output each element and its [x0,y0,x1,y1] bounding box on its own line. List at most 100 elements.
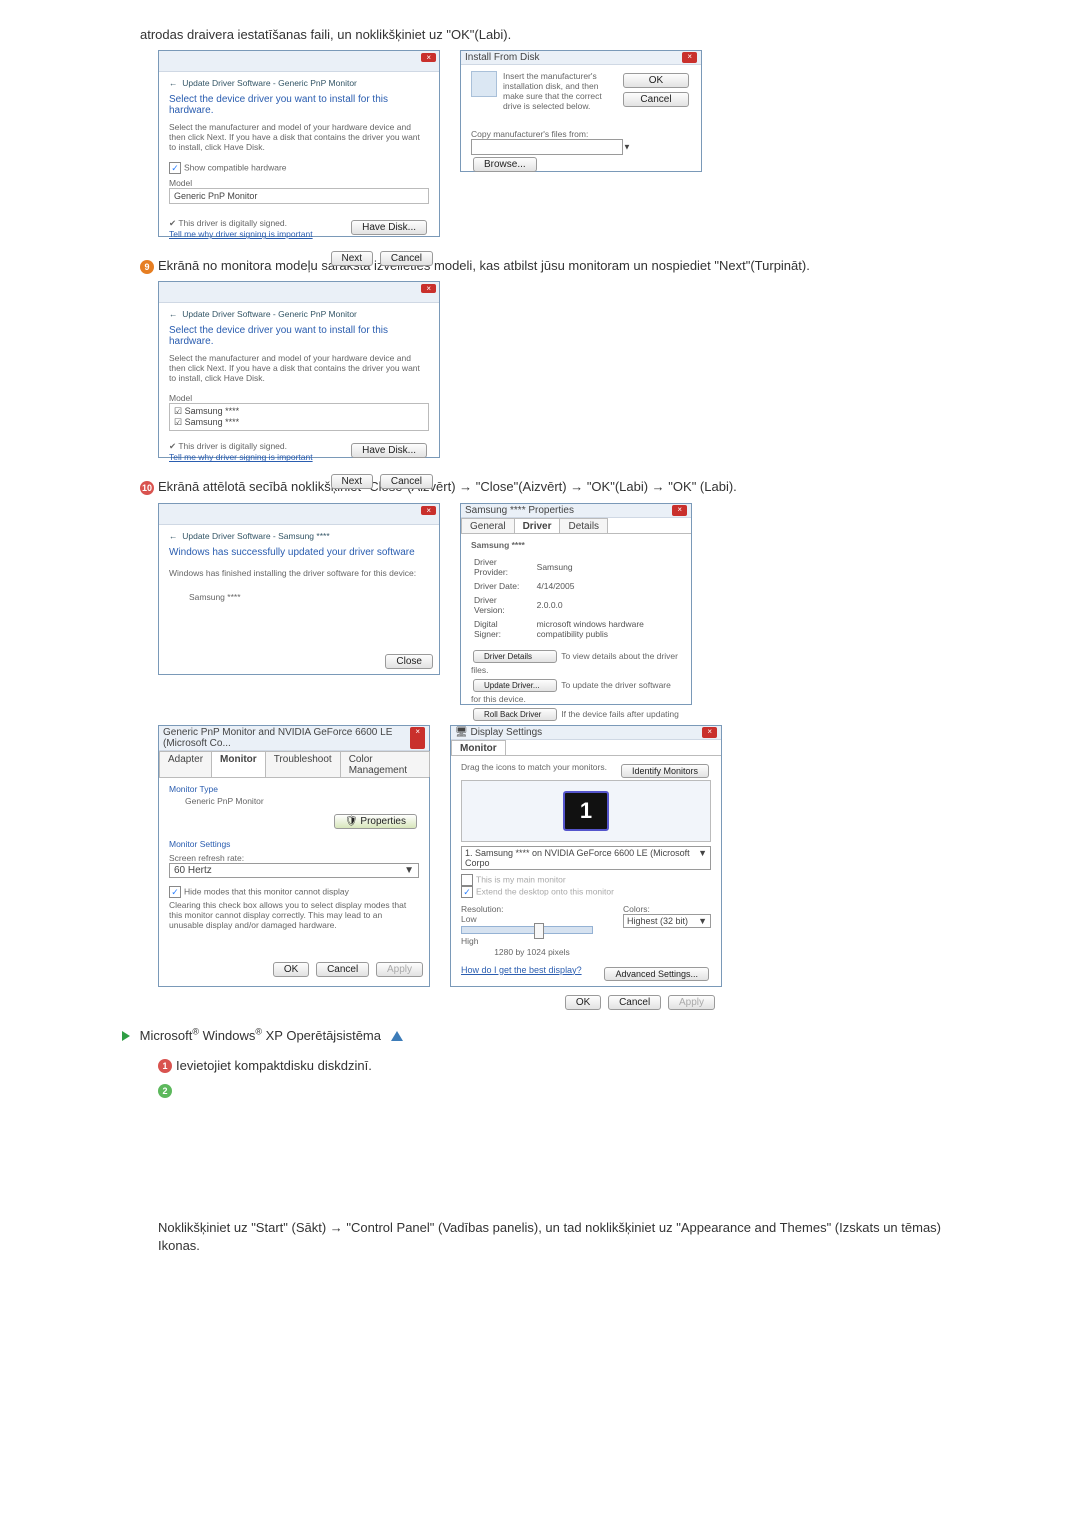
cancel-button[interactable]: Cancel [608,995,661,1010]
tab-adapter[interactable]: Adapter [159,751,212,777]
why-signing-link[interactable]: Tell me why driver signing is important [169,229,313,239]
select-driver-heading: Select the device driver you want to ins… [169,94,429,116]
device-name: Samsung **** [189,592,429,602]
properties-button[interactable]: 🛡 Properties [334,814,417,829]
compat-check[interactable]: Show compatible hardware [169,162,429,174]
monitor-type-value: Generic PnP Monitor [185,796,419,806]
signed-text: ✔ This driver is digitally signed. [169,218,313,229]
properties-window: Samsung **** Properties × General Driver… [460,503,692,705]
model-option-1[interactable]: ☑ Samsung **** [174,406,424,417]
model-value[interactable]: Generic PnP Monitor [169,188,429,204]
cancel-button[interactable]: Cancel [316,962,369,977]
have-disk-button[interactable]: Have Disk... [351,443,427,458]
next-button[interactable]: Next [331,251,374,266]
xp-bottom-text: Noklikšķiniet uz "Start" (Sākt) → "Contr… [158,1219,970,1255]
update-driver-window: × ← Update Driver Software - Generic PnP… [158,50,440,237]
driver-details-button[interactable]: Driver Details [473,650,557,663]
collapse-arrow-icon[interactable] [391,1031,403,1041]
display-settings-window: 🖥 Display Settings × Monitor Drag the ic… [450,725,722,987]
rollback-button[interactable]: Roll Back Driver [473,708,557,721]
copy-from-label: Copy manufacturer's files from: [471,129,691,139]
select-driver-heading: Select the device driver you want to ins… [169,325,429,347]
have-disk-button[interactable]: Have Disk... [351,220,427,235]
monitor-type-label: Monitor Type [169,784,419,794]
best-display-link[interactable]: How do I get the best display? [461,965,582,983]
main-monitor-check: This is my main monitor [461,874,711,886]
tab-driver[interactable]: Driver [514,518,561,533]
select-driver-desc: Select the manufacturer and model of you… [169,122,429,152]
browse-button[interactable]: Browse... [473,157,537,172]
install-body: Insert the manufacturer's installation d… [503,71,615,111]
refresh-label: Screen refresh rate: [169,853,419,863]
monitor-properties-window: Generic PnP Monitor and NVIDIA GeForce 6… [158,725,430,987]
cancel-button[interactable]: Cancel [623,92,689,107]
close-icon[interactable]: × [410,727,425,749]
install-title: Install From Disk [465,52,539,63]
close-button[interactable]: Close [385,654,433,669]
bullet-arrow-icon [122,1031,130,1041]
disk-icon [471,71,497,97]
step-number-10: 10 [140,481,154,495]
advanced-button[interactable]: Advanced Settings... [604,967,709,981]
close-icon[interactable]: × [421,506,436,515]
monitor-win-title: Generic PnP Monitor and NVIDIA GeForce 6… [163,727,410,749]
xp-step1: 1Ievietojiet kompaktdisku diskdzinī. [158,1057,970,1075]
step-number-1: 1 [158,1059,172,1073]
path-input[interactable] [471,139,623,155]
why-signing-link[interactable]: Tell me why driver signing is important [169,452,313,462]
resolution-label: Resolution: [461,904,603,914]
identify-button[interactable]: Identify Monitors [621,764,709,778]
apply-button: Apply [668,995,715,1010]
monitor-icon[interactable]: 1 [563,791,609,831]
colors-select[interactable]: Highest (32 bit)▼ [623,914,711,928]
apply-button: Apply [376,962,423,977]
next-button[interactable]: Next [331,474,374,489]
tab-details[interactable]: Details [559,518,608,533]
update-driver-window-2: × ← Update Driver Software - Generic PnP… [158,281,440,458]
tab-color[interactable]: Color Management [340,751,430,777]
colors-label: Colors: [623,904,711,914]
resolution-slider[interactable] [461,926,593,934]
resolution-value: 1280 by 1024 pixels [461,947,603,957]
updated-window: × ← Update Driver Software - Samsung ***… [158,503,440,675]
xp-step2-marker: 2 [158,1081,970,1099]
close-icon[interactable]: × [421,284,436,293]
hide-modes-desc: Clearing this check box allows you to se… [169,900,419,930]
model-option-2[interactable]: ☑ Samsung **** [174,417,424,428]
xp-heading: Microsoft® Windows® XP Operētājsistēma [140,1028,381,1043]
select-driver-desc: Select the manufacturer and model of you… [169,353,429,383]
xp-heading-row: Microsoft® Windows® XP Operētājsistēma [122,1027,970,1043]
prop-device: Samsung **** [471,540,681,550]
window-title: ← Update Driver Software - Generic PnP M… [169,78,429,88]
window-title: ← Update Driver Software - Generic PnP M… [169,309,429,319]
monitor-settings-label: Monitor Settings [169,839,419,849]
close-icon[interactable]: × [702,727,717,738]
close-icon[interactable]: × [421,53,436,62]
ok-button[interactable]: OK [273,962,309,977]
ok-button[interactable]: OK [623,73,689,88]
display-title: 🖥 Display Settings [455,727,542,738]
close-icon[interactable]: × [682,52,697,63]
cancel-button[interactable]: Cancel [380,251,433,266]
updated-sub: Windows has finished installing the driv… [169,568,429,578]
close-icon[interactable]: × [672,505,687,516]
step-number-9: 9 [140,260,154,274]
step-number-2: 2 [158,1084,172,1098]
hide-modes-check[interactable]: Hide modes that this monitor cannot disp… [169,886,419,898]
refresh-select[interactable]: 60 Hertz▼ [169,863,419,878]
update-driver-button[interactable]: Update Driver... [473,679,557,692]
cancel-button[interactable]: Cancel [380,474,433,489]
prop-title: Samsung **** Properties [465,505,574,516]
window-title: ← Update Driver Software - Samsung **** [169,531,429,541]
tab-monitor[interactable]: Monitor [451,740,506,755]
tab-troubleshoot[interactable]: Troubleshoot [265,751,341,777]
install-from-disk-window: Install From Disk × Insert the manufactu… [460,50,702,172]
tab-monitor[interactable]: Monitor [211,751,266,777]
tab-general[interactable]: General [461,518,515,533]
model-label: Model [169,393,429,403]
intro-text: atrodas draivera iestatīšanas faili, un … [140,26,970,44]
updated-heading: Windows has successfully updated your dr… [169,547,429,558]
model-label: Model [169,178,429,188]
monitor-select[interactable]: 1. Samsung **** on NVIDIA GeForce 6600 L… [461,846,711,870]
ok-button[interactable]: OK [565,995,601,1010]
